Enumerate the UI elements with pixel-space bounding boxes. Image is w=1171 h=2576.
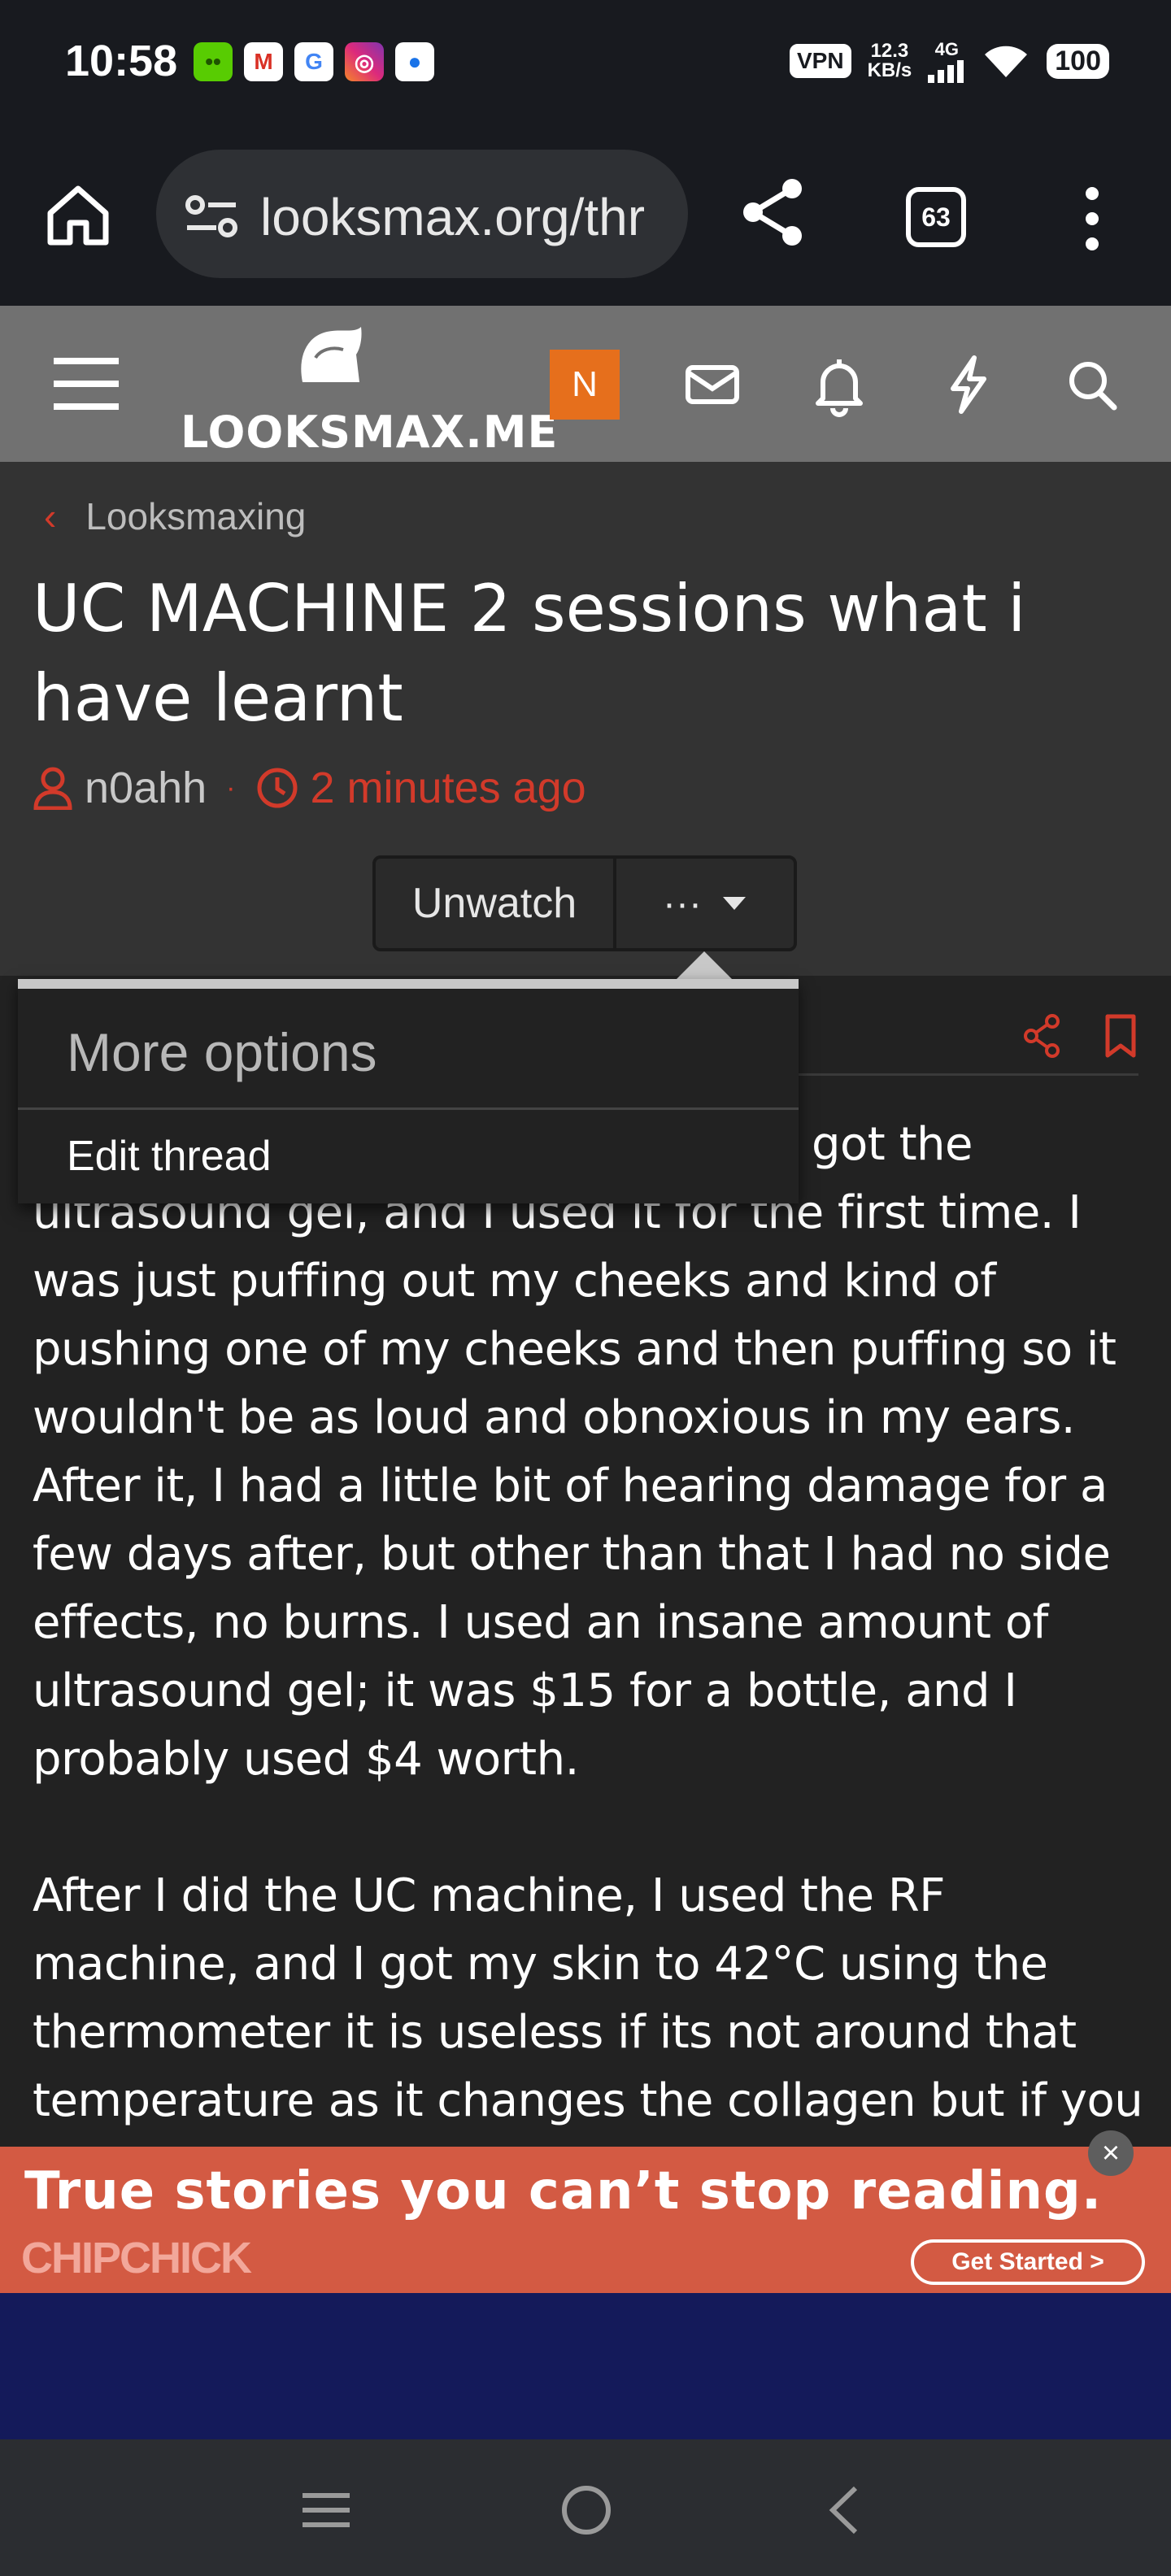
post-actions	[1021, 1013, 1138, 1059]
user-icon	[33, 767, 72, 810]
network-type: 4G	[934, 39, 959, 59]
unwatch-button[interactable]: Unwatch	[376, 859, 616, 948]
menu-pointer	[677, 951, 732, 979]
signal-icon: 4G	[928, 39, 965, 83]
tab-switcher-button[interactable]: 63	[906, 187, 966, 247]
home-icon[interactable]	[44, 181, 112, 249]
site-logo[interactable]: LOOKSMAX.ME	[181, 325, 557, 458]
logo-text: LOOKSMAX.ME	[181, 407, 559, 458]
network-speed: 12.3 KB/s	[868, 41, 912, 80]
site-header: LOOKSMAX.ME N	[0, 306, 1171, 462]
browser-toolbar: looksmax.org/thr 63	[0, 122, 1171, 306]
instagram-icon: ◎	[345, 42, 384, 81]
duolingo-icon: ••	[194, 42, 233, 81]
post-time[interactable]: 2 minutes ago	[311, 763, 586, 813]
system-nav-bar	[0, 2439, 1171, 2576]
messages-icon: ●	[395, 42, 434, 81]
system-icons: VPN 12.3 KB/s 4G 100	[790, 39, 1109, 83]
menu-title: More options	[67, 1022, 377, 1082]
thread-meta: n0ahh · 2 minutes ago	[33, 763, 586, 813]
battery-icon: 100	[1047, 43, 1109, 79]
post-paragraph: got the ultrasound gel, and I used it fo…	[33, 1118, 1117, 1786]
search-icon[interactable]	[1060, 348, 1125, 420]
caret-down-icon	[722, 897, 746, 910]
more-options-button[interactable]: ···	[616, 859, 794, 948]
vpn-icon: VPN	[790, 44, 851, 78]
ad-headline: True stories you can’t stop reading.	[24, 2161, 1103, 2221]
gmail-icon: M	[244, 42, 283, 81]
wifi-icon	[985, 46, 1028, 77]
chevron-left-icon: ‹	[44, 495, 57, 537]
back-icon[interactable]	[818, 2482, 875, 2539]
ad-brand-logo: CHIPCHICK	[21, 2234, 252, 2282]
more-dots: ···	[663, 881, 702, 925]
thread-actions: Unwatch ···	[372, 855, 797, 951]
status-bar: 10:58 •• M G ◎ ● VPN 12.3 KB/s 4G 100	[0, 0, 1171, 122]
logo-hair-icon	[301, 327, 362, 382]
meta-separator: ·	[226, 772, 236, 803]
post-paragraph: After I did the UC machine, I used the R…	[33, 1869, 1143, 2127]
clock-icon	[257, 768, 297, 808]
address-bar[interactable]: looksmax.org/thr	[156, 150, 688, 278]
recent-apps-icon[interactable]	[298, 2482, 355, 2539]
breadcrumb-link[interactable]: Looksmaxing	[85, 494, 306, 538]
speed-unit: KB/s	[867, 59, 912, 81]
lightning-icon[interactable]	[935, 348, 1000, 420]
ad-background	[0, 2293, 1171, 2439]
edit-thread-menu-item[interactable]: Edit thread	[67, 1132, 272, 1181]
notification-icons: •• M G ◎ ●	[194, 42, 434, 81]
bookmark-icon[interactable]	[1103, 1013, 1138, 1059]
close-ad-button[interactable]: ×	[1088, 2130, 1134, 2176]
share-post-icon[interactable]	[1021, 1013, 1062, 1059]
post-content: got the ultrasound gel, and I used it fo…	[33, 1111, 1147, 2204]
get-started-button[interactable]: Get Started >	[911, 2239, 1145, 2285]
google-icon: G	[294, 42, 333, 81]
status-time: 10:58	[65, 37, 178, 85]
speed-value: 12.3	[870, 40, 909, 62]
more-options-menu: More options Edit thread	[18, 979, 799, 1203]
thread-header: ‹ Looksmaxing UC MACHINE 2 sessions what…	[0, 462, 1171, 976]
site-settings-icon[interactable]	[184, 192, 241, 241]
overflow-menu-icon[interactable]	[1072, 185, 1112, 252]
home-nav-icon[interactable]	[558, 2482, 615, 2539]
mail-icon[interactable]	[680, 348, 745, 420]
share-icon[interactable]	[737, 176, 810, 249]
author-link[interactable]: n0ahh	[85, 763, 207, 813]
url-text: looksmax.org/thr	[260, 188, 646, 246]
avatar[interactable]: N	[550, 350, 620, 420]
bell-icon[interactable]	[807, 348, 872, 420]
ad-banner[interactable]: True stories you can’t stop reading. CHI…	[0, 2147, 1171, 2293]
page-title: UC MACHINE 2 sessions what i have learnt	[33, 571, 1026, 736]
divider	[18, 1107, 799, 1110]
hamburger-menu-icon[interactable]	[50, 355, 122, 413]
breadcrumb[interactable]: ‹ Looksmaxing	[44, 494, 306, 538]
